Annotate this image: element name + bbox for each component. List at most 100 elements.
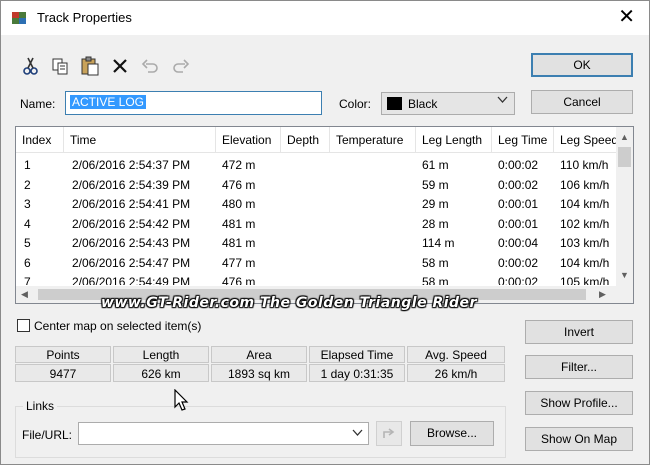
links-legend: Links [23, 399, 58, 413]
column-header[interactable]: Leg Speed [554, 127, 620, 153]
column-header[interactable]: Index [16, 127, 64, 153]
chevron-down-icon [497, 96, 508, 107]
table-cell: 102 km/h [560, 216, 610, 231]
window-title: Track Properties [37, 10, 132, 25]
color-value: Black [408, 97, 438, 111]
delete-icon[interactable] [110, 56, 130, 76]
ok-button[interactable]: OK [531, 53, 633, 77]
table-cell: 104 km/h [560, 197, 610, 211]
table-cell: 5 [24, 236, 31, 250]
table-cell: 0:00:01 [498, 216, 539, 231]
table-cell: 0:00:02 [498, 275, 539, 285]
table-cell: 476 m [222, 177, 256, 192]
center-map-label: Center map on selected item(s) [34, 319, 202, 333]
column-header[interactable]: Leg Length [416, 127, 492, 153]
table-cell: 480 m [222, 197, 256, 211]
table-row[interactable]: 6 2/06/2016 2:54:47 PM 477 m 58 m 0:00:02 104… [16, 253, 620, 273]
table-cell: 476 m [222, 275, 256, 285]
paste-icon[interactable] [80, 56, 100, 76]
table-cell: 2/06/2016 2:54:41 PM [72, 197, 191, 211]
copy-icon[interactable] [50, 56, 70, 76]
column-header[interactable]: Temperature [330, 127, 416, 153]
redo-icon [173, 59, 190, 73]
open-link-button [376, 421, 402, 446]
scroll-up-icon[interactable]: ▲ [620, 132, 629, 142]
column-header[interactable]: Leg Time [492, 127, 554, 153]
vertical-scroll-thumb[interactable] [618, 147, 631, 167]
column-header[interactable]: Depth [281, 127, 330, 153]
table-cell: 2/06/2016 2:54:43 PM [72, 236, 191, 250]
go-arrow-icon [383, 428, 395, 438]
table-cell: 106 km/h [560, 177, 610, 192]
stat-value-length: 626 km [113, 364, 209, 382]
color-swatch [387, 97, 402, 110]
table-header: Index Time Elevation Depth Temperature L… [16, 127, 620, 153]
invert-button[interactable]: Invert [525, 320, 633, 344]
mouse-cursor-icon [174, 389, 189, 411]
name-value: ACTIVE LOG [70, 95, 147, 109]
vertical-scrollbar[interactable]: ▲ ▼ [616, 127, 633, 287]
app-map-icon [12, 12, 26, 24]
scroll-down-icon[interactable]: ▼ [620, 270, 629, 280]
filter-button[interactable]: Filter... [525, 355, 633, 379]
title-bar: Track Properties ✕ [1, 1, 649, 35]
table-cell: 481 m [222, 216, 256, 231]
table-row[interactable]: 7 2/06/2016 2:54:49 PM 476 m 58 m 0:00:02 105… [16, 272, 620, 285]
table-row[interactable]: 1 2/06/2016 2:54:37 PM 472 m 61 m 0:00:02 110… [16, 155, 620, 175]
table-row[interactable]: 2 2/06/2016 2:54:39 PM 476 m 59 m 0:00:02 106… [16, 175, 620, 195]
table-cell: 3 [24, 197, 31, 211]
stat-value-area: 1893 sq km [211, 364, 307, 382]
column-header[interactable]: Elevation [216, 127, 281, 153]
table-cell: 2/06/2016 2:54:42 PM [72, 216, 191, 231]
table-cell: 477 m [222, 255, 256, 270]
table-row[interactable]: 4 2/06/2016 2:54:42 PM 481 m 28 m 0:00:01 102… [16, 214, 620, 234]
table-cell: 59 m [422, 177, 449, 192]
table-cell: 2/06/2016 2:54:39 PM [72, 177, 191, 192]
show-on-map-button[interactable]: Show On Map [525, 427, 633, 451]
table-cell: 0:00:01 [498, 197, 539, 211]
color-label: Color: [339, 97, 372, 111]
table-cell: 58 m [422, 255, 449, 270]
cut-icon[interactable] [21, 56, 41, 76]
stat-header-area: Area [211, 346, 307, 363]
table-cell: 481 m [222, 236, 256, 250]
stat-value-elapsed-time: 1 day 0:31:35 [309, 364, 405, 382]
stat-header-elapsed-time: Elapsed Time [309, 346, 405, 363]
table-row[interactable]: 5 2/06/2016 2:54:43 PM 481 m 114 m 0:00:04 10… [16, 233, 620, 253]
table-cell: 61 m [422, 158, 449, 172]
table-cell: 28 m [422, 216, 449, 231]
close-icon[interactable]: ✕ [618, 6, 635, 28]
table-cell: 2/06/2016 2:54:37 PM [72, 158, 191, 172]
file-url-label: File/URL: [22, 428, 73, 442]
undo-icon [141, 59, 158, 73]
stat-header-avg-speed: Avg. Speed [407, 346, 505, 363]
table-row[interactable]: 3 2/06/2016 2:54:41 PM 480 m 29 m 0:00:01 104… [16, 194, 620, 214]
table-cell: 1 [24, 158, 31, 172]
table-cell: 2/06/2016 2:54:49 PM [72, 275, 191, 285]
table-body: 1 2/06/2016 2:54:37 PM 472 m 61 m 0:00:02 110… [16, 155, 620, 285]
table-cell: 6 [24, 255, 31, 270]
table-cell: 0:00:02 [498, 255, 539, 270]
file-url-input[interactable] [78, 422, 369, 445]
cancel-button[interactable]: Cancel [531, 90, 633, 114]
stat-header-length: Length [113, 346, 209, 363]
stat-value-avg-speed: 26 km/h [407, 364, 505, 382]
scroll-left-icon[interactable]: ◀ [21, 289, 28, 300]
chevron-down-icon[interactable] [352, 426, 363, 440]
trackpoint-table[interactable]: Index Time Elevation Depth Temperature L… [15, 126, 634, 304]
scroll-right-icon[interactable]: ▶ [599, 289, 606, 300]
column-header[interactable]: Time [64, 127, 216, 153]
browse-button[interactable]: Browse... [410, 421, 494, 446]
table-cell: 472 m [222, 158, 256, 172]
show-profile-button[interactable]: Show Profile... [525, 391, 633, 415]
table-cell: 2 [24, 177, 31, 192]
name-input[interactable]: ACTIVE LOG [65, 91, 322, 115]
center-map-checkbox[interactable] [17, 319, 30, 332]
table-cell: 7 [24, 275, 31, 285]
color-dropdown[interactable]: Black [381, 92, 515, 115]
table-cell: 114 m [422, 236, 455, 250]
table-cell: 58 m [422, 275, 449, 285]
table-cell: 0:00:02 [498, 177, 539, 192]
stat-value-points: 9477 [15, 364, 111, 382]
table-cell: 110 km/h [560, 158, 609, 172]
